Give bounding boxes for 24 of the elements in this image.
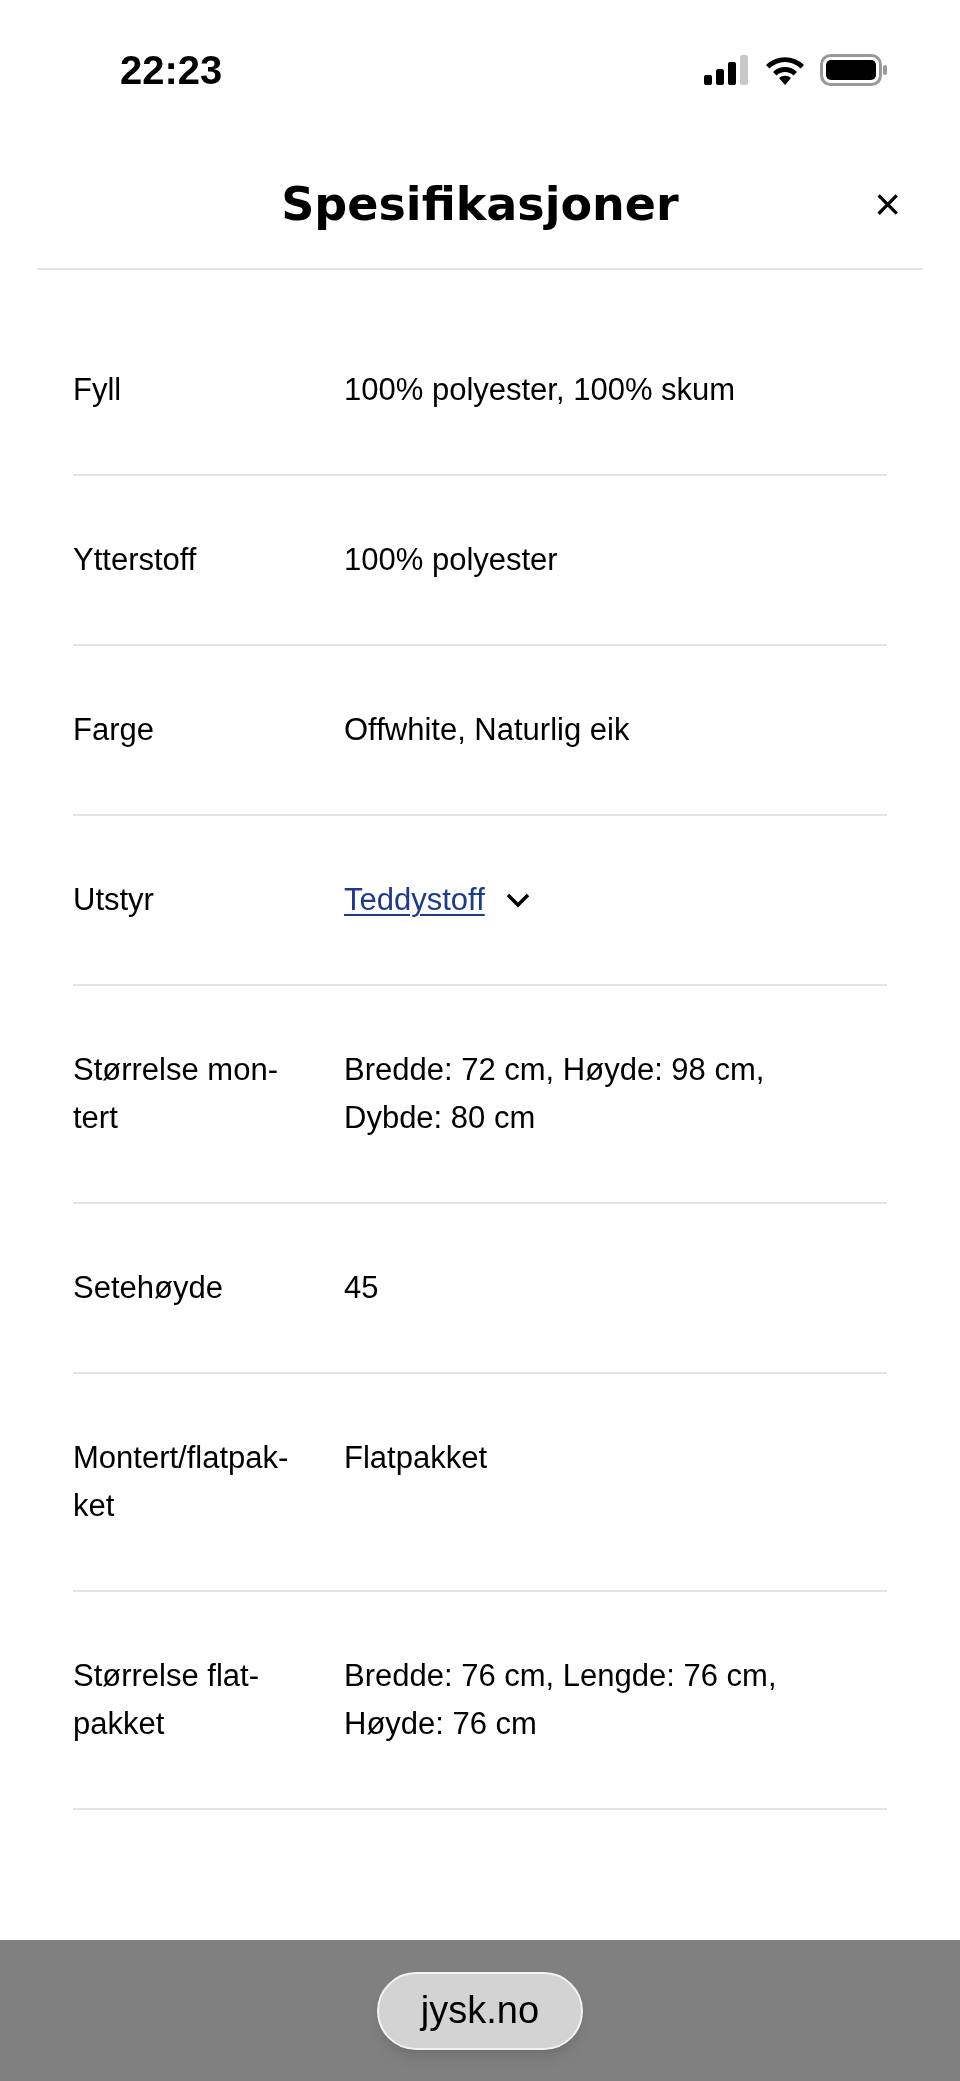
battery-icon	[820, 54, 888, 86]
spec-label: Fyll	[73, 371, 123, 409]
close-button[interactable]: ×	[868, 181, 907, 227]
sheet-title: Spesifikasjoner	[281, 175, 679, 233]
spec-value: Bredde: 72 cm, Høyde: 98 cm, Dybde: 80 cm	[344, 1051, 765, 1137]
spec-value: Offwhite, Naturlig eik	[344, 711, 630, 749]
spec-label: Utstyr	[73, 881, 155, 919]
spec-value: 45	[344, 1269, 379, 1307]
signal-icon	[704, 55, 750, 85]
spec-label: Setehøyde	[73, 1269, 224, 1307]
address-field[interactable]: jysk.no	[376, 1971, 584, 2050]
spec-value: Flatpakket	[344, 1439, 487, 1477]
spec-label: Størrelse flat- pakket	[73, 1657, 261, 1743]
spec-value: 100% polyester	[344, 541, 558, 579]
chevron-down-icon[interactable]	[504, 892, 531, 908]
spec-value: 100% polyester, 100% skum	[344, 371, 736, 409]
spec-value: Bredde: 76 cm, Lengde: 76 cm, Høyde: 76 cm	[344, 1657, 777, 1743]
spec-label: Montert/flatpak- ket	[73, 1439, 290, 1525]
status-time: 22:23	[120, 47, 223, 94]
wifi-icon	[764, 55, 806, 85]
spec-link[interactable]: Teddystoff	[344, 876, 485, 924]
spec-label: Ytterstoff	[73, 541, 198, 579]
spec-label: Størrelse mon- tert	[73, 1051, 279, 1137]
spec-label: Farge	[73, 711, 155, 749]
